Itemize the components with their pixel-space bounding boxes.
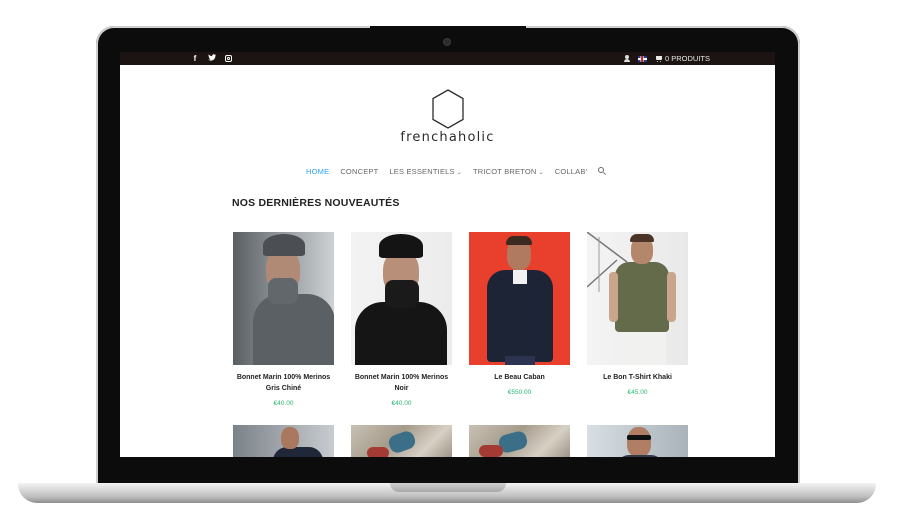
product-price: €550.00	[507, 389, 532, 396]
top-bar: f 0 PRODUITS	[120, 52, 775, 65]
logo-hexagon-icon[interactable]	[431, 88, 465, 135]
user-account-icon[interactable]	[623, 55, 630, 62]
chevron-down-icon: ⌄	[538, 170, 544, 176]
product-image[interactable]	[351, 425, 452, 457]
uk-flag-icon[interactable]	[637, 55, 647, 62]
nav-label-tricot-breton: TRICOT BRETON	[472, 167, 537, 176]
social-links: f	[191, 54, 232, 63]
product-image[interactable]	[587, 425, 688, 457]
product-image[interactable]	[351, 232, 452, 365]
nav-item-collab[interactable]: COLLAB'	[555, 167, 587, 176]
cart-link[interactable]: 0 PRODUITS	[655, 54, 710, 63]
product-card[interactable]: Bonnet Marin 100% Merinos Gris Chiné €40…	[233, 232, 334, 407]
product-card[interactable]: Bonnet Marin 100% Merinos Noir €40.00	[351, 232, 452, 407]
camera-icon	[444, 39, 450, 45]
nav-item-home[interactable]: HOME	[306, 167, 329, 176]
product-image[interactable]	[233, 425, 334, 457]
product-price: €40.00	[391, 400, 412, 407]
logo-text[interactable]: frenchaholic	[370, 130, 525, 145]
section-title: NOS DERNIÈRES NOUVEAUTÉS	[232, 197, 400, 209]
product-price: €40.00	[273, 400, 294, 407]
facebook-icon[interactable]: f	[191, 54, 199, 63]
product-price: €45.00	[627, 389, 648, 396]
cart-label: 0 PRODUITS	[664, 54, 710, 63]
search-icon[interactable]	[598, 167, 607, 176]
product-card[interactable]: Le Bon T-Shirt Khaki €45.00	[587, 232, 688, 396]
browser-screen: f 0 PRODUITS frenchaholic HOME CONCEPT L…	[120, 52, 775, 457]
twitter-icon[interactable]	[208, 54, 216, 63]
nav-label-les-essentiels: LES ESSENTIELS	[389, 167, 455, 176]
laptop-base-notch	[390, 483, 506, 492]
nav-item-les-essentiels[interactable]: LES ESSENTIELS ⌄	[389, 167, 462, 176]
cart-icon	[655, 55, 663, 62]
nav-item-concept[interactable]: CONCEPT	[340, 167, 378, 176]
chevron-down-icon: ⌄	[456, 170, 462, 176]
product-card[interactable]: Le Beau Caban €550.00	[469, 232, 570, 396]
product-name[interactable]: Bonnet Marin 100% Merinos Noir	[351, 372, 452, 394]
nav-item-tricot-breton[interactable]: TRICOT BRETON ⌄	[473, 167, 544, 176]
product-name[interactable]: Le Beau Caban	[469, 372, 570, 383]
product-name[interactable]: Le Bon T-Shirt Khaki	[587, 372, 688, 383]
product-name[interactable]: Bonnet Marin 100% Merinos Gris Chiné	[233, 372, 334, 394]
product-image[interactable]	[587, 232, 688, 365]
product-image[interactable]	[233, 232, 334, 365]
product-image[interactable]	[469, 425, 570, 457]
top-bar-right: 0 PRODUITS	[623, 52, 710, 65]
product-image[interactable]	[469, 232, 570, 365]
main-nav: HOME CONCEPT LES ESSENTIELS ⌄ TRICOT BRET…	[306, 167, 607, 176]
instagram-icon[interactable]	[225, 55, 232, 62]
